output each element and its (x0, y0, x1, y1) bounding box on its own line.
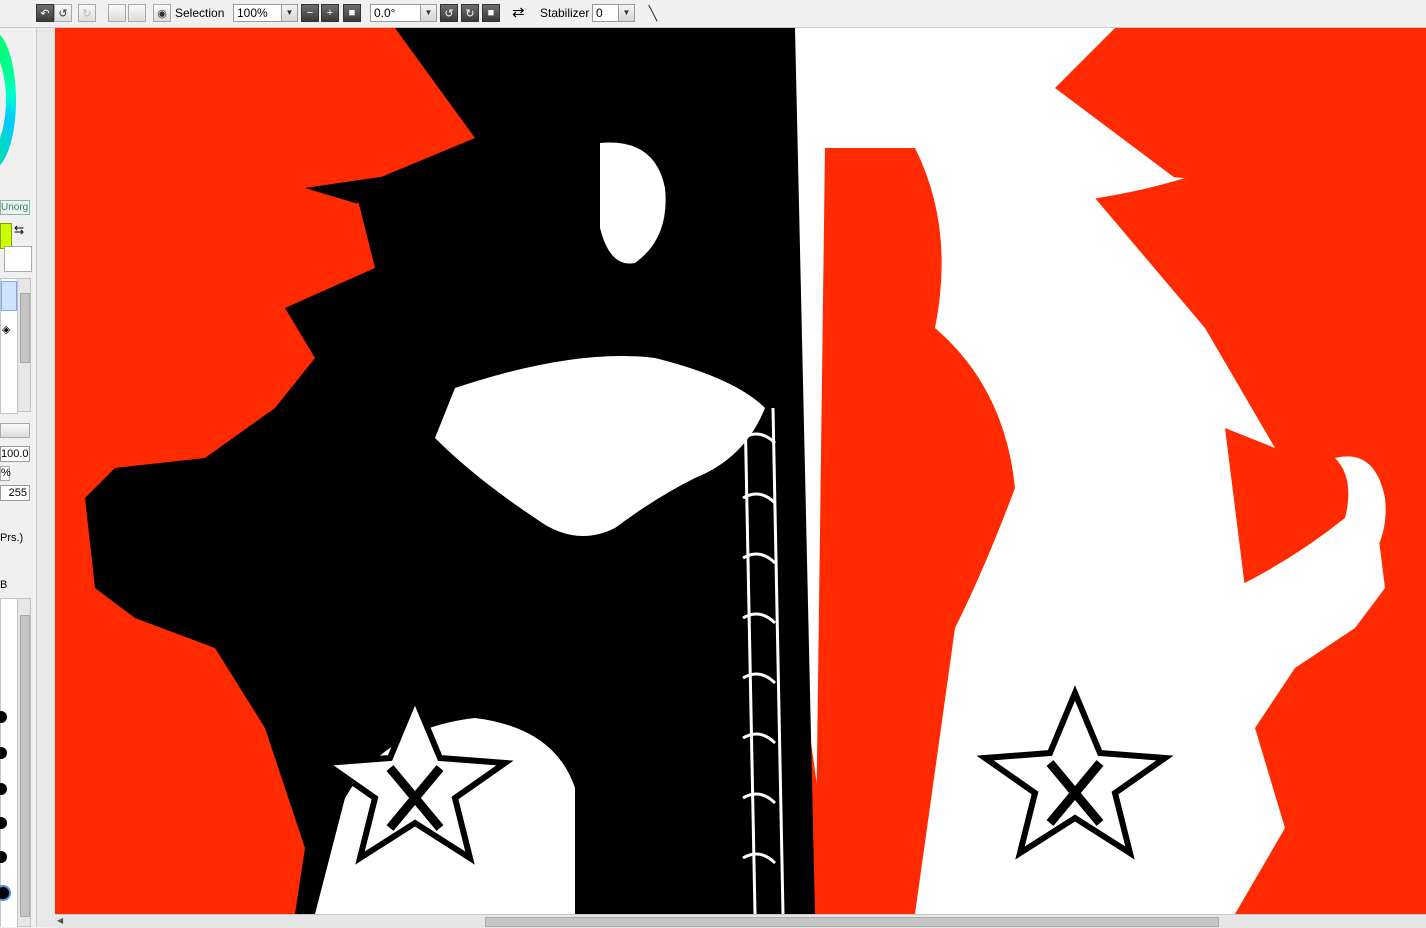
opacity-input[interactable]: 100.0 (0, 446, 30, 462)
undo-icon: ↺ (58, 7, 68, 20)
chevron-left-icon[interactable]: ◀ (57, 916, 63, 925)
brush-size-item[interactable] (0, 851, 7, 863)
density-input[interactable]: 255 (0, 485, 30, 501)
horizontal-scrollbar[interactable]: ◀ (55, 914, 1426, 928)
button-row[interactable] (0, 423, 30, 438)
stabilizer-select[interactable]: 0 ▼ (592, 4, 635, 22)
zoom-out-button[interactable]: − (301, 4, 319, 22)
stabilizer-label: Stabilizer (540, 6, 590, 20)
square-icon: ■ (348, 7, 356, 19)
undo-history-button[interactable]: ↺ (54, 4, 72, 22)
selection-visibility-button[interactable]: ◉ (153, 4, 171, 22)
plus-icon: + (326, 7, 334, 19)
line-brush-icon: ╲ (648, 4, 658, 21)
brush-size-item[interactable] (0, 711, 7, 723)
chevron-down-icon: ▼ (281, 5, 297, 21)
invert-selection-button[interactable] (128, 4, 146, 22)
panel-divider[interactable] (36, 0, 55, 927)
undo-button[interactable]: ↶ (36, 4, 54, 22)
mode-b-label: B (0, 579, 8, 591)
line-brush-button[interactable]: ╲ (644, 4, 662, 22)
brush-size-item[interactable] (0, 783, 7, 795)
rotate-reset-button[interactable]: ■ (482, 4, 500, 22)
deselect-button[interactable] (108, 4, 126, 22)
selection-label: Selection (175, 6, 225, 20)
toolbar: ↶ ↺ ↻ ◉ Selection 100% ▼ − + ■ 0.0° ▼ ↺ … (0, 0, 1426, 28)
brush-size-item[interactable] (0, 747, 7, 759)
minus-icon: − (306, 7, 314, 19)
mode-label[interactable]: Unorg (0, 200, 30, 215)
background-color-swatch[interactable] (4, 246, 32, 272)
left-panel: Unorg ⇆ ◈ 100.0 % 255 Prs.) B (0, 0, 36, 927)
undo-icon: ↶ (40, 7, 50, 20)
drawing-canvas[interactable] (55, 28, 1426, 914)
percent-label: % (0, 466, 11, 481)
horizontal-scrollbar-thumb[interactable] (485, 917, 1219, 927)
rotate-right-button[interactable]: ↻ (461, 4, 479, 22)
brush-list-scrollbar[interactable] (17, 598, 31, 927)
zoom-select[interactable]: 100% ▼ (233, 4, 298, 22)
chevron-down-icon: ▼ (618, 5, 634, 21)
brush-size-list (0, 598, 18, 927)
zoom-value: 100% (237, 6, 268, 20)
pressure-label: Prs.) (0, 532, 24, 544)
rotation-value: 0.0° (374, 6, 396, 20)
flip-arrows-icon[interactable]: ⇄ (512, 3, 525, 21)
swap-arrows-icon[interactable]: ⇆ (14, 223, 24, 237)
rotate-ccw-icon: ↺ (444, 7, 454, 20)
zoom-reset-button[interactable]: ■ (343, 4, 361, 22)
stabilizer-value: 0 (596, 6, 603, 20)
rotation-select[interactable]: 0.0° ▼ (370, 4, 437, 22)
redo-button[interactable]: ↻ (78, 4, 96, 22)
brush-size-item[interactable] (0, 817, 7, 829)
tool-list: ◈ (0, 278, 18, 414)
eye-icon: ◉ (157, 7, 167, 20)
tool-item-selected[interactable] (1, 281, 17, 311)
artwork (85, 28, 1386, 914)
bucket-icon[interactable]: ◈ (2, 323, 10, 336)
rotate-left-button[interactable]: ↺ (440, 4, 458, 22)
rotate-cw-icon: ↻ (465, 7, 475, 20)
square-icon: ■ (487, 7, 495, 19)
zoom-in-button[interactable]: + (321, 4, 339, 22)
redo-icon: ↻ (82, 7, 92, 20)
tool-list-scrollbar[interactable] (17, 278, 31, 412)
brush-size-item[interactable] (0, 885, 11, 901)
chevron-down-icon: ▼ (420, 5, 436, 21)
